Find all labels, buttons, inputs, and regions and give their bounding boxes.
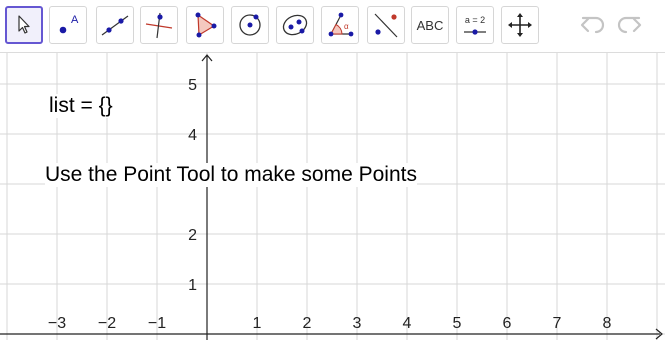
perpendicular-line-icon — [145, 12, 173, 39]
svg-text:A: A — [71, 14, 79, 26]
undo-icon[interactable] — [578, 10, 608, 40]
move-graphics-icon — [508, 13, 532, 37]
y-tick-label: 1 — [188, 277, 197, 294]
x-tick-label: 6 — [503, 315, 512, 332]
x-tick-label: 5 — [453, 315, 462, 332]
x-tick-label: 2 — [303, 315, 312, 332]
list-text[interactable]: list = {} — [49, 94, 113, 118]
svg-text:α: α — [344, 22, 349, 31]
line-tool-button[interactable] — [96, 6, 134, 44]
ellipse-tool-button[interactable] — [276, 6, 314, 44]
toolbar: A α ABC a = 2 — [0, 0, 665, 53]
x-tick-label: 1 — [253, 315, 262, 332]
circle-center-point-tool-button[interactable] — [231, 6, 269, 44]
point-tool-button[interactable]: A — [49, 6, 87, 44]
text-icon: ABC — [416, 17, 444, 33]
x-tick-label: 7 — [553, 315, 562, 332]
x-tick-label: 3 — [353, 315, 362, 332]
x-tick-label: −1 — [148, 315, 166, 332]
line-through-points-icon — [101, 15, 129, 36]
arrow-cursor-icon — [18, 15, 30, 34]
polygon-icon — [195, 12, 217, 38]
graphics-view[interactable]: −3 −2 −1 1 2 3 4 5 6 7 8 1 2 4 5 list = {} Use the Po… — [0, 53, 665, 340]
angle-tool-button[interactable]: α — [321, 6, 359, 44]
redo-icon[interactable] — [614, 10, 644, 40]
x-tick-label: 8 — [603, 315, 612, 332]
x-tick-label: 4 — [403, 315, 412, 332]
slider-label: a = 2 — [464, 15, 486, 25]
angle-icon: α — [328, 12, 354, 37]
y-tick-label: 4 — [188, 127, 197, 144]
perpendicular-line-tool-button[interactable] — [140, 6, 178, 44]
y-tick-label: 2 — [188, 227, 197, 244]
instruction-text[interactable]: Use the Point Tool to make some Points — [45, 163, 417, 187]
text-tool-button[interactable]: ABC — [411, 6, 449, 44]
ellipse-icon — [282, 14, 308, 36]
slider-tool-button[interactable]: a = 2 — [456, 6, 494, 44]
move-graphics-view-tool-button[interactable] — [501, 6, 539, 44]
reflect-line-tool-button[interactable] — [367, 6, 405, 44]
polygon-tool-button[interactable] — [186, 6, 224, 44]
x-axis-labels: −3 −2 −1 1 2 3 4 5 6 7 8 — [48, 315, 612, 332]
circle-center-point-icon — [239, 14, 261, 36]
move-tool-button[interactable] — [5, 6, 43, 44]
reflect-about-line-icon — [374, 13, 398, 38]
point-icon: A — [59, 14, 79, 34]
x-tick-label: −2 — [98, 315, 116, 332]
y-tick-label: 5 — [188, 77, 197, 94]
x-tick-label: −3 — [48, 315, 66, 332]
